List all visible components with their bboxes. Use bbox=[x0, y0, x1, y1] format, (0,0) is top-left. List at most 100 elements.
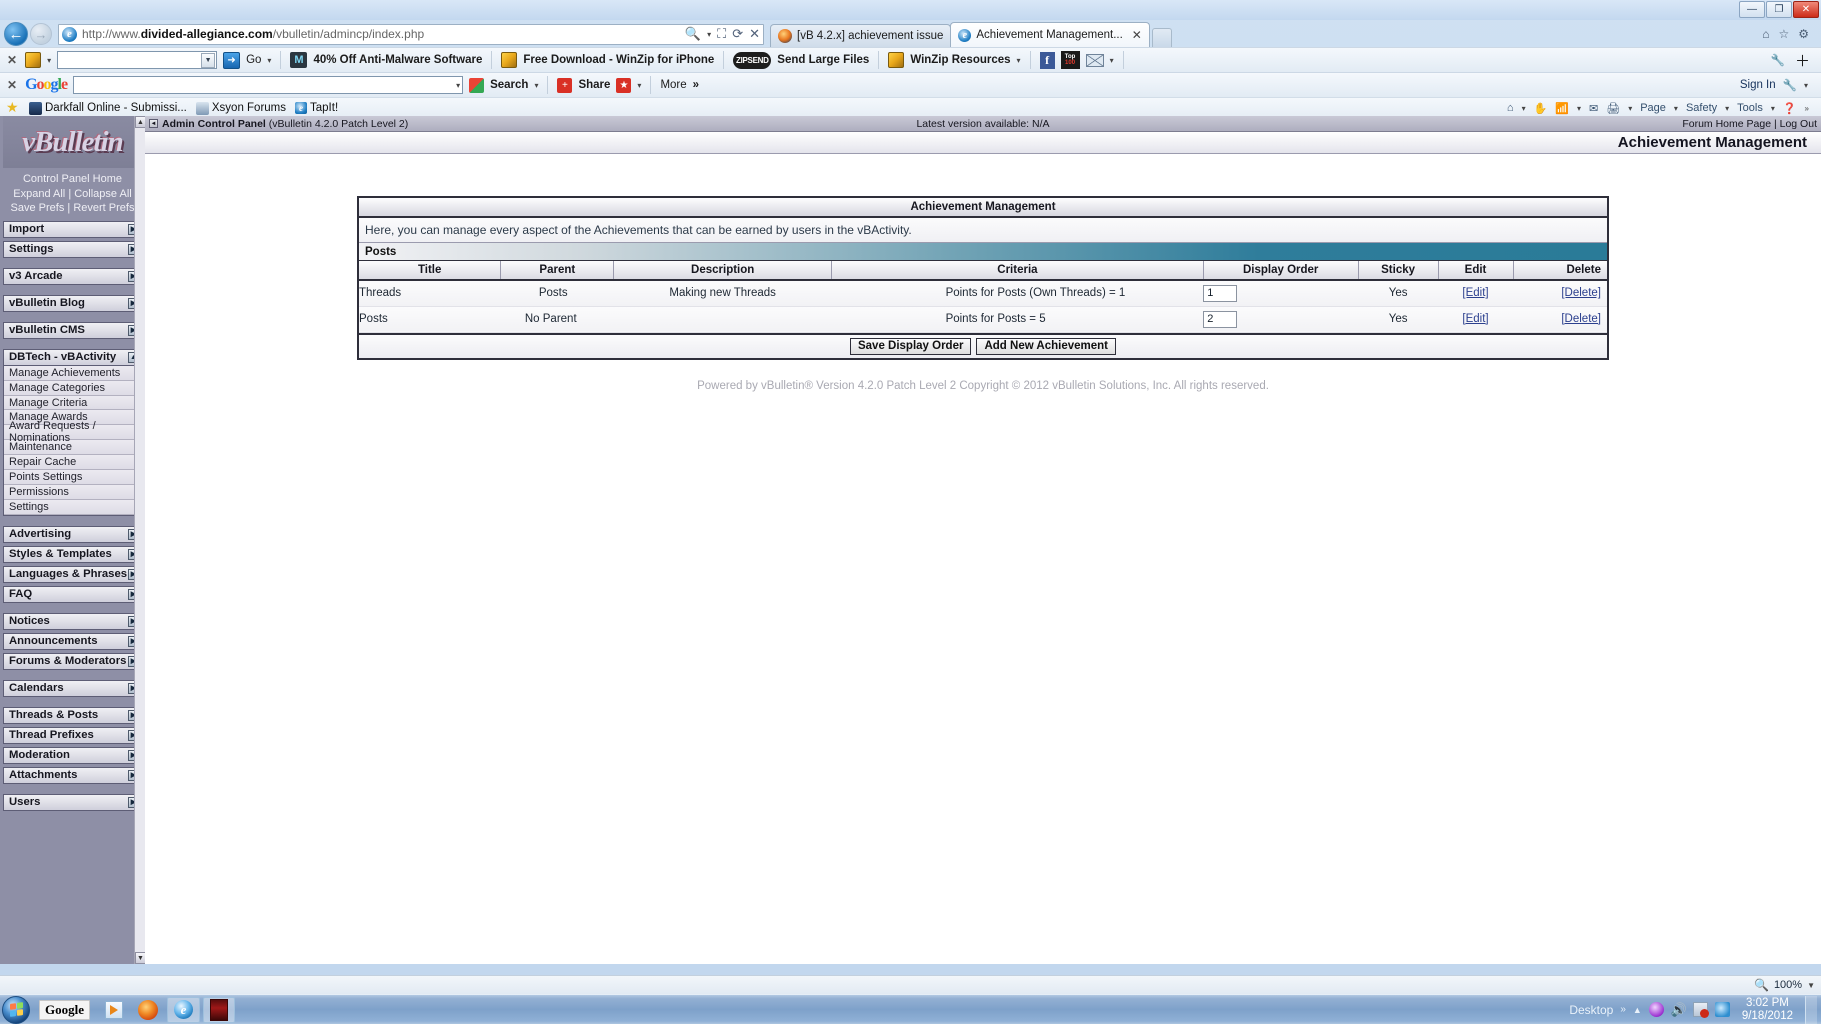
help-icon[interactable]: ❓ bbox=[1783, 102, 1797, 115]
google-signin-link[interactable]: Sign In bbox=[1740, 79, 1776, 91]
bookmark-icon[interactable]: ★ bbox=[616, 77, 632, 93]
tools-gear-icon[interactable]: ⚙ bbox=[1798, 27, 1809, 41]
scroll-up-icon[interactable]: ▲ bbox=[135, 116, 145, 128]
rss-icon[interactable]: 📶 bbox=[1555, 102, 1569, 115]
zoom-icon[interactable]: 🔍 bbox=[1754, 978, 1769, 992]
refresh-icon[interactable]: ⟳ bbox=[732, 26, 743, 42]
scroll-down-icon[interactable]: ▼ bbox=[135, 952, 145, 964]
share-menu-icon[interactable]: ▾ bbox=[637, 81, 641, 90]
sidebar-item-manage-criteria[interactable]: Manage Criteria bbox=[4, 395, 141, 411]
maximize-button[interactable]: ❐ bbox=[1766, 1, 1792, 18]
plus-icon[interactable]: ＋ bbox=[1795, 50, 1810, 71]
forum-home-page-link[interactable]: Forum Home Page bbox=[1682, 118, 1771, 130]
winzip-go-icon[interactable]: ➜ bbox=[223, 51, 241, 69]
sidebar-group-header[interactable]: v3 Arcade▶ bbox=[3, 267, 142, 285]
sidebar-item-award-requests-nominations[interactable]: Award Requests / Nominations bbox=[4, 420, 141, 444]
taskbar-firefox[interactable] bbox=[132, 997, 164, 1023]
email-icon[interactable] bbox=[1085, 53, 1104, 67]
tray-expand-icon[interactable]: ▲ bbox=[1633, 1005, 1642, 1015]
taskbar-game-window[interactable] bbox=[203, 996, 235, 1023]
control-panel-home-link[interactable]: Control Panel Home bbox=[3, 172, 142, 187]
sidebar-item-settings[interactable]: Settings bbox=[4, 499, 141, 515]
search-dropdown-icon[interactable]: ▾ bbox=[707, 30, 711, 39]
safety-menu-button[interactable]: Safety bbox=[1686, 102, 1717, 114]
winzip-close-icon[interactable]: ✕ bbox=[5, 53, 19, 67]
zoom-dropdown-icon[interactable]: ▼ bbox=[1807, 981, 1815, 990]
google-share-button[interactable]: Share bbox=[578, 79, 610, 91]
expand-all-link[interactable]: Expand All bbox=[13, 188, 65, 200]
feeds-icon[interactable]: ✋ bbox=[1534, 102, 1548, 115]
sidebar-group-header[interactable]: Threads & Posts▶ bbox=[3, 706, 142, 724]
winzip-dropdown-icon[interactable]: ▾ bbox=[47, 56, 51, 65]
taskbar-google-toolbar[interactable]: Google bbox=[33, 997, 96, 1023]
overflow-icon[interactable]: » bbox=[1805, 104, 1809, 113]
sidebar-group-header[interactable]: FAQ▶ bbox=[3, 585, 142, 603]
compat-view-icon[interactable]: ⛶ bbox=[717, 26, 726, 42]
save-prefs-link[interactable]: Save Prefs bbox=[11, 202, 65, 214]
sidebar-group-header[interactable]: vBulletin CMS▶ bbox=[3, 321, 142, 339]
safety-dropdown-icon[interactable]: ▾ bbox=[1725, 104, 1729, 113]
sidebar-group-header[interactable]: Users▶ bbox=[3, 793, 142, 811]
search-icon[interactable]: 🔍 bbox=[685, 26, 701, 42]
google-more-chevron-icon[interactable]: » bbox=[693, 79, 699, 91]
page-dropdown-icon[interactable]: ▾ bbox=[1674, 104, 1678, 113]
home-dropdown-icon[interactable]: ▾ bbox=[1522, 104, 1526, 113]
home-page-icon[interactable]: ⌂ bbox=[1507, 102, 1514, 114]
address-bar[interactable]: e http://www.divided-allegiance.com/vbul… bbox=[58, 23, 764, 45]
sidebar-group-header[interactable]: vBulletin Blog▶ bbox=[3, 294, 142, 312]
google-more-button[interactable]: More bbox=[660, 79, 686, 91]
winzip-go-label[interactable]: Go bbox=[246, 54, 261, 66]
winzip-resources-dropdown-icon[interactable]: ▾ bbox=[1017, 56, 1021, 65]
sidebar-group-header[interactable]: Styles & Templates▶ bbox=[3, 545, 142, 563]
tools-dropdown-icon[interactable]: ▾ bbox=[1771, 104, 1775, 113]
google-search-input[interactable]: ▾ bbox=[73, 76, 464, 94]
close-button[interactable]: ✕ bbox=[1793, 1, 1819, 18]
action-center-flag-icon[interactable] bbox=[1692, 1002, 1709, 1018]
print-icon[interactable]: 🖨 bbox=[1606, 102, 1620, 115]
sidebar-item-permissions[interactable]: Permissions bbox=[4, 484, 141, 500]
sidebar-group-header[interactable]: DBTech - vBActivity▲ bbox=[3, 348, 142, 366]
winzip-resources-link[interactable]: WinZip Resources bbox=[910, 54, 1010, 66]
tab-achievement-issue[interactable]: [vB 4.2.x] achievement issue bbox=[770, 24, 952, 47]
sidebar-group-header[interactable]: Notices▶ bbox=[3, 612, 142, 630]
collapse-all-link[interactable]: Collapse All bbox=[74, 188, 131, 200]
show-desktop-button[interactable] bbox=[1805, 995, 1817, 1024]
send-large-files-link[interactable]: Send Large Files bbox=[777, 54, 869, 66]
revert-prefs-link[interactable]: Revert Prefs bbox=[73, 202, 134, 214]
sidebar-item-repair-cache[interactable]: Repair Cache bbox=[4, 455, 141, 471]
stop-icon[interactable]: ✕ bbox=[749, 26, 760, 42]
sidebar-group-header[interactable]: Attachments▶ bbox=[3, 766, 142, 784]
page-menu-button[interactable]: Page bbox=[1640, 102, 1666, 114]
desktop-overflow-icon[interactable]: » bbox=[1620, 1004, 1626, 1015]
winzip-go-dropdown-icon[interactable]: ▾ bbox=[267, 56, 271, 65]
log-out-link[interactable]: Log Out bbox=[1780, 118, 1817, 130]
taskbar-clock[interactable]: 3:02 PM 9/18/2012 bbox=[1737, 997, 1798, 1023]
favorite-xsyon-forums[interactable]: Xsyon Forums bbox=[195, 101, 286, 115]
display-order-input[interactable] bbox=[1203, 284, 1238, 302]
minimize-button[interactable]: — bbox=[1739, 1, 1765, 18]
email-dropdown-icon[interactable]: ▾ bbox=[1110, 56, 1114, 65]
delete-link[interactable]: [Delete] bbox=[1561, 313, 1601, 325]
google-search-menu-icon[interactable]: ▾ bbox=[534, 81, 538, 90]
winzip-search-dropdown-icon[interactable]: ▼ bbox=[201, 52, 216, 68]
tray-app-icon[interactable] bbox=[1648, 1002, 1664, 1017]
tab-close-icon[interactable]: ✕ bbox=[1132, 28, 1142, 42]
sidebar-group-header[interactable]: Thread Prefixes▶ bbox=[3, 726, 142, 744]
sidebar-group-header[interactable]: Advertising▶ bbox=[3, 525, 142, 543]
volume-icon[interactable]: 🔊 bbox=[1671, 1002, 1687, 1017]
new-tab-button[interactable] bbox=[1151, 28, 1172, 47]
winzip-promo-antimalware[interactable]: 40% Off Anti-Malware Software bbox=[313, 54, 482, 66]
google-search-button[interactable]: Search bbox=[490, 79, 528, 91]
home-icon[interactable]: ⌂ bbox=[1762, 27, 1769, 41]
edit-link[interactable]: [Edit] bbox=[1462, 313, 1488, 325]
print-dropdown-icon[interactable]: ▾ bbox=[1628, 104, 1632, 113]
sidebar-group-header[interactable]: Languages & Phrases▶ bbox=[3, 565, 142, 583]
wrench-icon[interactable]: 🔧 bbox=[1771, 53, 1785, 67]
add-new-achievement-button[interactable]: Add New Achievement bbox=[976, 337, 1117, 355]
sidebar-item-manage-achievements[interactable]: Manage Achievements bbox=[4, 365, 141, 381]
tab-achievement-management[interactable]: e Achievement Management... ✕ bbox=[950, 22, 1150, 47]
taskbar-media-player[interactable] bbox=[99, 997, 129, 1023]
google-search-dropdown-icon[interactable]: ▾ bbox=[456, 81, 460, 90]
sidebar-group-header[interactable]: Moderation▶ bbox=[3, 746, 142, 764]
sidebar-group-header[interactable]: Announcements▶ bbox=[3, 632, 142, 650]
